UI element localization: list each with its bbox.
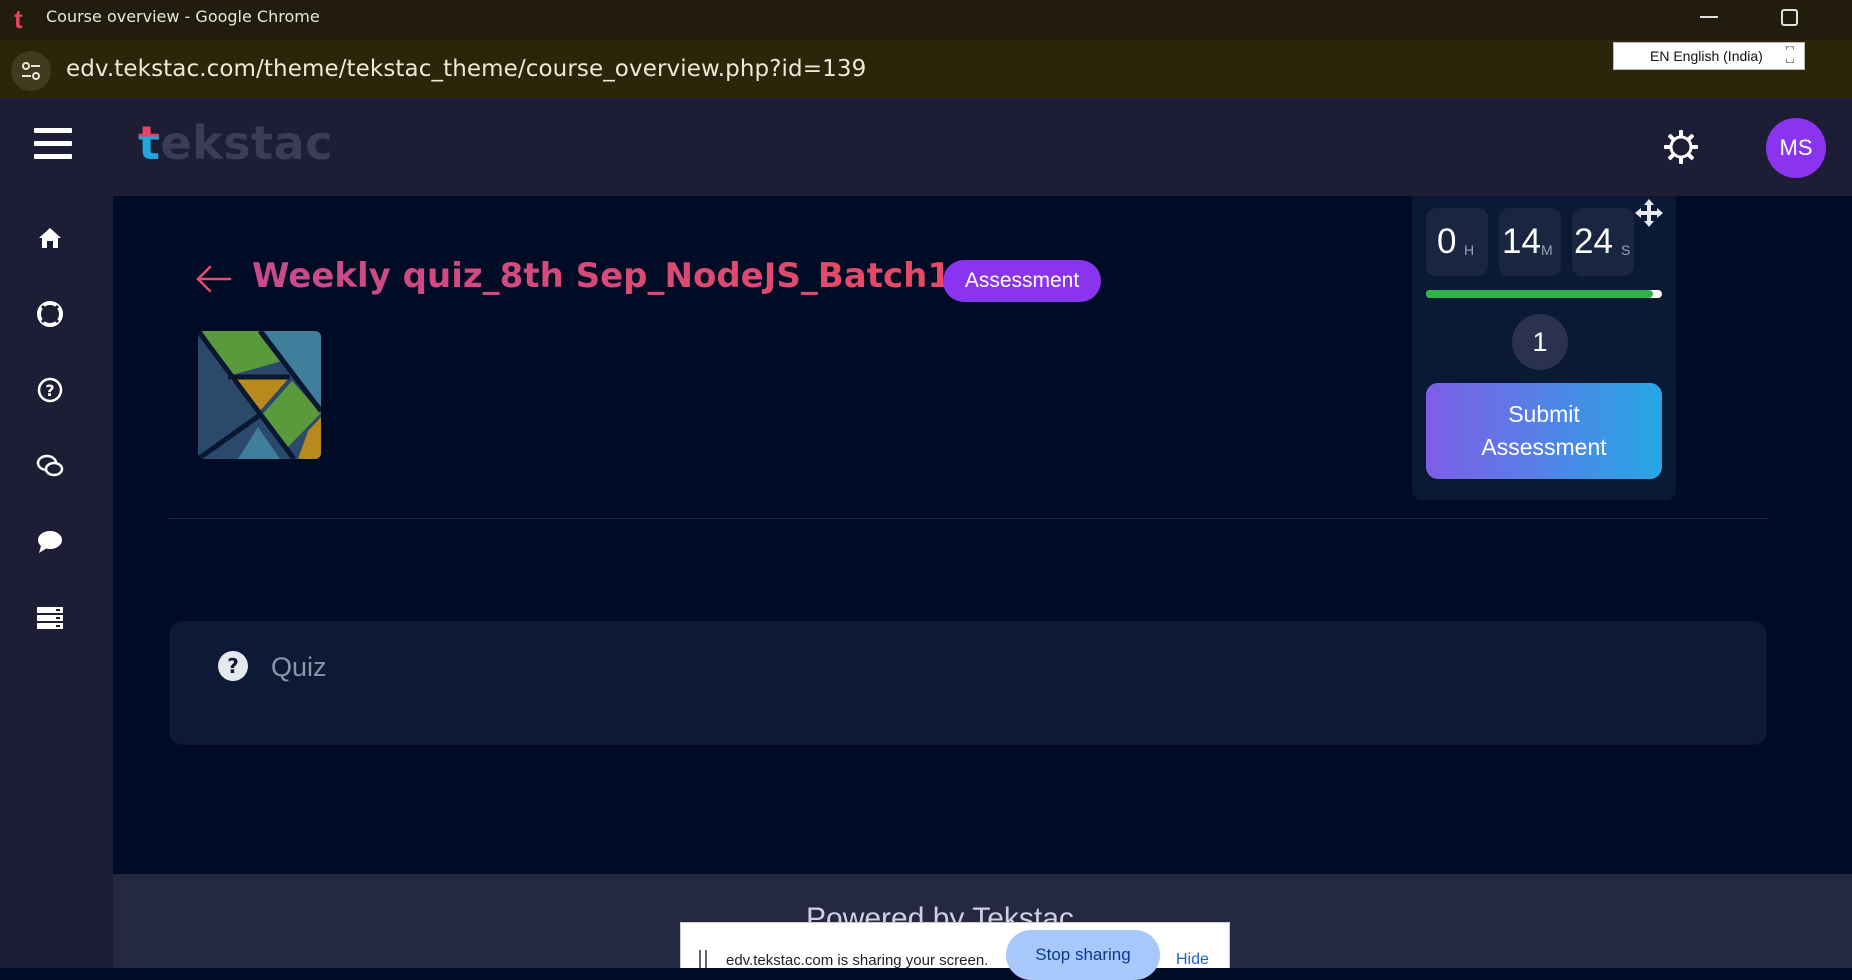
menu-icon[interactable]: [34, 128, 72, 162]
sharing-message: edv.tekstac.com is sharing your screen.: [726, 952, 989, 969]
drag-handle-icon[interactable]: [699, 950, 709, 968]
time-progress-bar: [1426, 290, 1662, 298]
hours-value: 0: [1437, 222, 1457, 261]
gear-icon[interactable]: [1662, 128, 1700, 166]
course-image: [198, 331, 321, 459]
minutes-unit: M: [1541, 242, 1553, 258]
back-arrow-icon[interactable]: [196, 264, 232, 294]
svg-text:?: ?: [45, 381, 54, 400]
move-icon[interactable]: [1634, 198, 1664, 228]
logo-t: t: [138, 116, 161, 170]
language-label: EN English (India): [1650, 48, 1763, 64]
minutes-value: 14: [1502, 222, 1541, 261]
seconds-unit: S: [1621, 242, 1631, 258]
home-icon[interactable]: [36, 224, 64, 252]
submit-assessment-button[interactable]: Submit Assessment: [1426, 383, 1662, 479]
time-progress-fill: [1426, 290, 1653, 298]
expand-icon: ⌜⌝ ⌞⌟: [1785, 46, 1795, 65]
tune-icon: [22, 62, 40, 80]
seconds-value: 24: [1574, 222, 1613, 261]
svg-text:?: ?: [227, 654, 239, 678]
logo-rest: ekstac: [160, 116, 333, 170]
browser-title-bar: t Course overview - Google Chrome: [0, 0, 1852, 40]
maximize-icon[interactable]: [1781, 9, 1798, 26]
help-circle-icon[interactable]: ?: [36, 376, 64, 404]
tekstac-app-icon: t: [14, 6, 36, 32]
speech-bubble-icon[interactable]: [36, 528, 64, 556]
window-title: Course overview - Google Chrome: [46, 7, 320, 26]
page-title: Weekly quiz_8th Sep_NodeJS_Batch1: [252, 256, 951, 296]
chat-bubbles-icon[interactable]: [36, 452, 64, 480]
lifebuoy-icon[interactable]: [36, 300, 64, 328]
server-list-icon[interactable]: [36, 604, 64, 632]
hours-box: [1426, 208, 1488, 276]
hide-button[interactable]: Hide: [1176, 951, 1209, 969]
question-number-badge[interactable]: 1: [1512, 314, 1568, 370]
url-text[interactable]: edv.tekstac.com/theme/tekstac_theme/cour…: [66, 56, 866, 82]
tekstac-logo[interactable]: tekstac: [138, 116, 333, 170]
assessment-badge: Assessment: [943, 260, 1101, 302]
section-divider: [169, 518, 1767, 519]
help-circle-icon: ?: [217, 650, 249, 682]
section-label[interactable]: Quiz: [271, 652, 327, 683]
language-indicator[interactable]: EN English (India) ⌜⌝ ⌞⌟: [1613, 42, 1805, 70]
site-info-button[interactable]: [11, 51, 51, 91]
hours-unit: H: [1464, 242, 1475, 258]
stop-sharing-button[interactable]: Stop sharing: [1006, 930, 1160, 980]
avatar[interactable]: MS: [1766, 118, 1826, 178]
minimize-icon[interactable]: [1700, 16, 1718, 18]
section-card-quiz[interactable]: [169, 621, 1767, 745]
